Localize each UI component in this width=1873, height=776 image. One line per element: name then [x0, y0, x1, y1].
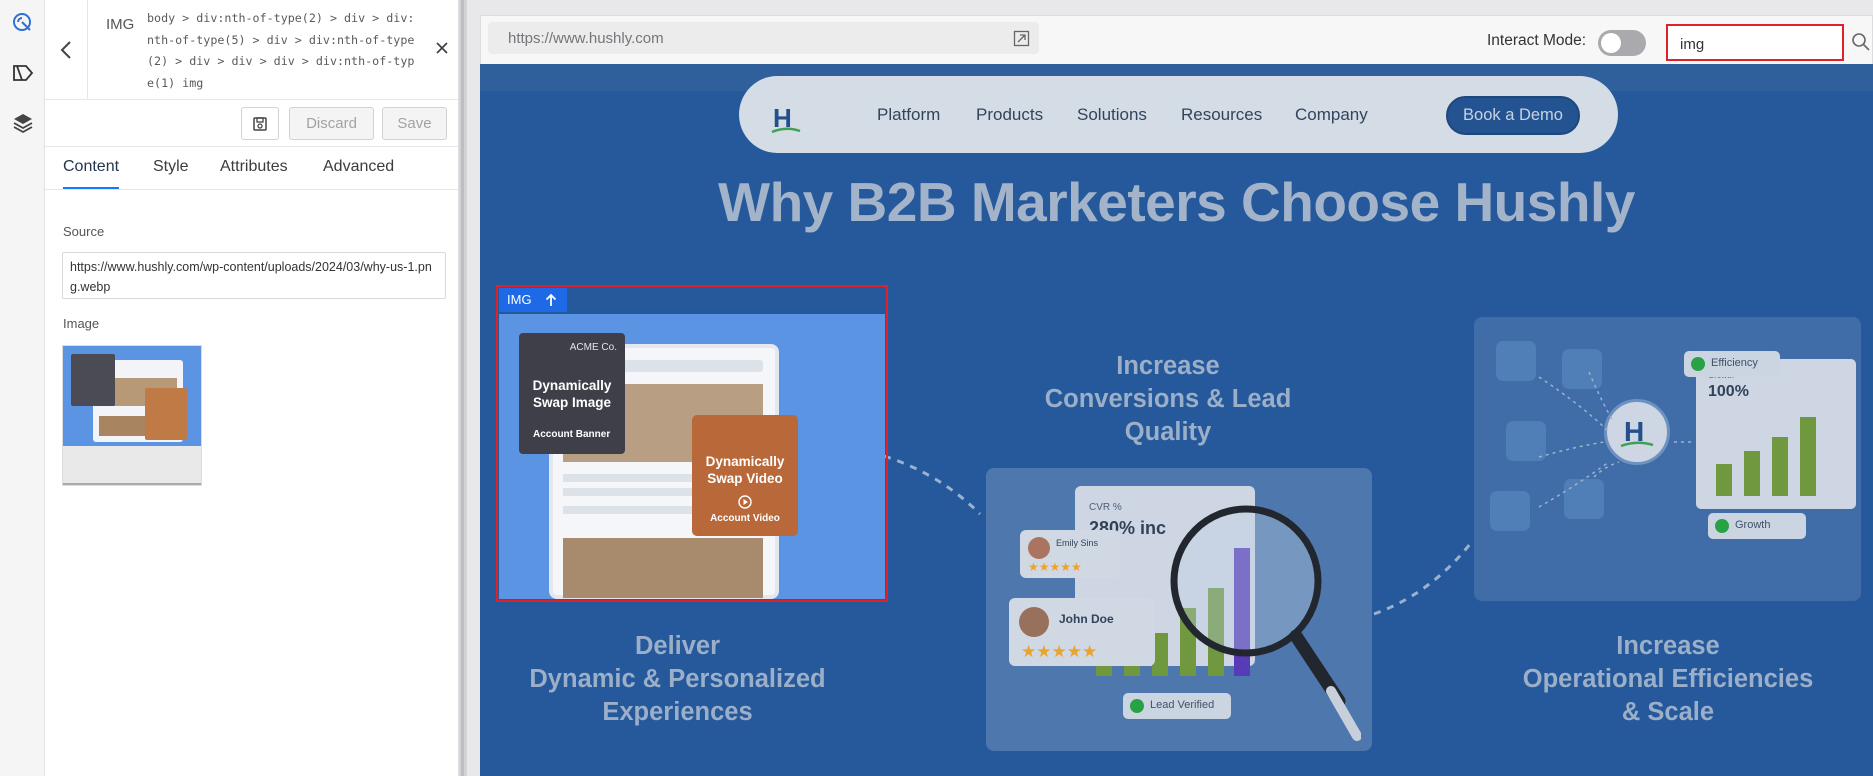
- video-title-line-2: Swap Video: [707, 471, 783, 486]
- chevron-left-icon: [60, 41, 71, 59]
- inspect-icon[interactable]: [6, 6, 39, 39]
- css-selector: body > div:nth-of-type(2) > div > div:nt…: [147, 11, 415, 90]
- banner-title: Dynamically Swap Image: [519, 377, 625, 411]
- resize-handle-grip: [461, 0, 464, 776]
- toggle-knob: [1601, 33, 1621, 53]
- icon-rail: [0, 0, 45, 776]
- layers-icon[interactable]: [6, 106, 39, 139]
- interact-mode-toggle[interactable]: [1598, 30, 1646, 56]
- image-preview-thumbnail[interactable]: [62, 345, 202, 486]
- save-button[interactable]: Save: [382, 107, 447, 140]
- panel-tabs: Content Style Attributes Advanced: [45, 148, 459, 190]
- selected-element-tag[interactable]: IMG: [499, 288, 567, 312]
- selected-element-tag-label: IMG: [507, 292, 532, 307]
- element-search-input[interactable]: img: [1666, 24, 1844, 61]
- panel-resize-handle[interactable]: [459, 0, 467, 776]
- interact-mode-label: Interact Mode:: [1487, 32, 1587, 49]
- video-title-line-1: Dynamically: [705, 454, 785, 469]
- url-bar[interactable]: https://www.hushly.com: [488, 22, 1039, 54]
- account-banner-card: ACME Co. Dynamically Swap Image Account …: [519, 333, 625, 454]
- company-name: ACME Co.: [569, 342, 617, 353]
- back-button[interactable]: [45, 0, 88, 100]
- search-icon[interactable]: [1851, 32, 1871, 52]
- mock-text-line: [563, 488, 713, 496]
- mock-text-line: [563, 474, 713, 482]
- element-tag: IMG: [106, 16, 135, 33]
- video-caption: Account Video: [710, 513, 780, 524]
- tab-advanced[interactable]: Advanced: [323, 158, 394, 176]
- account-video-card: Dynamically Swap Video Account Video: [692, 415, 798, 536]
- element-header: IMG body > div:nth-of-type(2) > div > di…: [45, 0, 459, 100]
- open-external-icon[interactable]: [1013, 30, 1030, 47]
- image-thumbnail-graphic: [63, 346, 201, 485]
- tab-content[interactable]: Content: [63, 158, 119, 176]
- play-icon: [738, 495, 752, 509]
- preview-toolbar: https://www.hushly.com Interact Mode: im…: [480, 15, 1873, 64]
- snapshot-button[interactable]: [241, 107, 279, 140]
- banner-title-line-2: Swap Image: [532, 395, 612, 410]
- element-search-value: img: [1680, 36, 1705, 53]
- tab-style[interactable]: Style: [153, 158, 189, 176]
- video-title: Dynamically Swap Video: [692, 453, 798, 487]
- tab-attributes[interactable]: Attributes: [220, 158, 288, 176]
- mock-text-line: [563, 506, 713, 514]
- banner-caption: Account Banner: [533, 429, 611, 440]
- selected-element-outline[interactable]: IMG ACME Co. Dynamically Swap Image Acco…: [496, 285, 888, 602]
- image-label: Image: [63, 316, 100, 331]
- active-tab-indicator: [63, 187, 119, 189]
- banner-title-line-1: Dynamically: [532, 378, 612, 393]
- tag-icon[interactable]: [6, 56, 39, 89]
- floppy-icon: [253, 116, 267, 131]
- discard-button[interactable]: Discard: [289, 107, 374, 140]
- close-icon[interactable]: [434, 40, 450, 56]
- action-bar: Discard Save: [45, 101, 459, 147]
- arrow-up-icon[interactable]: [545, 293, 557, 307]
- source-label: Source: [63, 224, 105, 239]
- selected-image[interactable]: ACME Co. Dynamically Swap Image Account …: [499, 314, 885, 599]
- app-window: IMG body > div:nth-of-type(2) > div > di…: [0, 0, 1873, 776]
- mock-office-photo-2: [563, 538, 763, 598]
- url-text: https://www.hushly.com: [508, 30, 664, 47]
- source-input[interactable]: https://www.hushly.com/wp-content/upload…: [62, 252, 446, 299]
- editor-panel: IMG body > div:nth-of-type(2) > div > di…: [45, 0, 459, 776]
